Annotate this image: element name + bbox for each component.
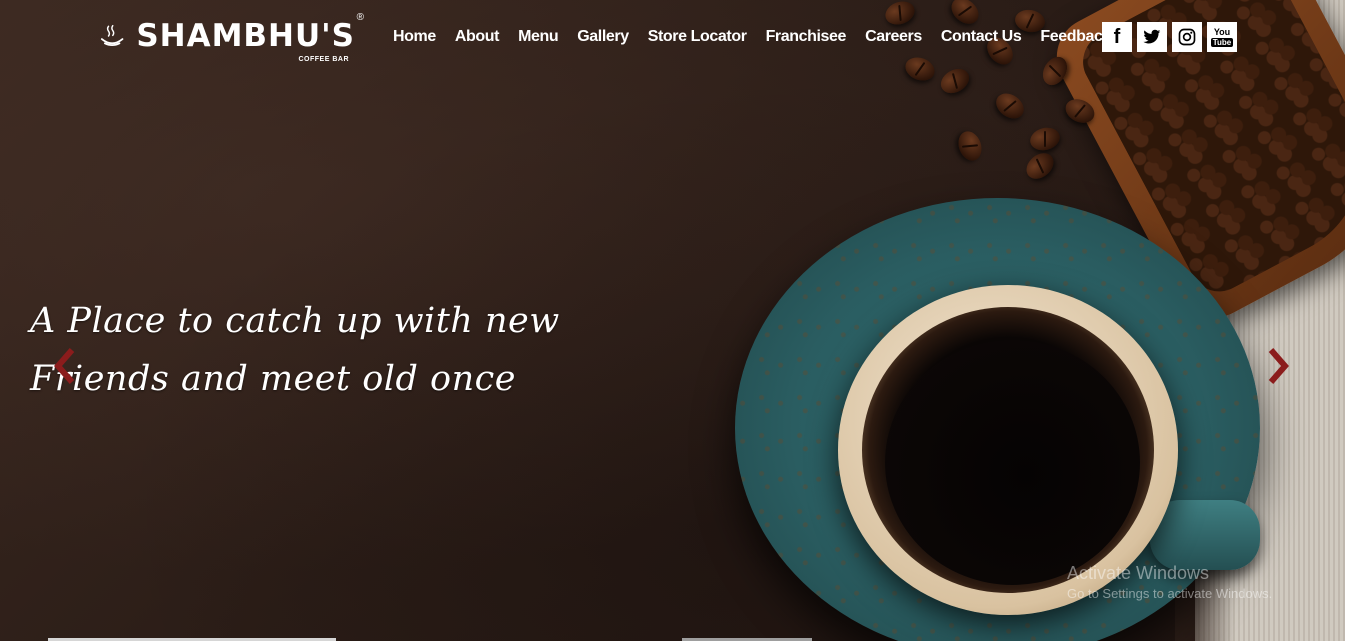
twitter-bird — [1143, 29, 1161, 44]
nav-careers[interactable]: Careers — [865, 28, 922, 46]
caption-line-2: Friends and meet old once — [30, 359, 516, 399]
nav-gallery[interactable]: Gallery — [577, 28, 629, 46]
chevron-right-icon — [1268, 348, 1289, 384]
instagram-glyph — [1178, 28, 1196, 46]
nav-contact-us[interactable]: Contact Us — [941, 28, 1022, 46]
caption-line-1: A Place to catch up with new — [30, 301, 560, 341]
brand-name: SHAMBHU'S — [136, 18, 355, 54]
coffee-liquid — [885, 340, 1140, 585]
brand-subtitle: COFFEE BAR — [298, 56, 349, 63]
nav-feedback[interactable]: Feedback — [1040, 28, 1111, 46]
coffee-bean — [954, 128, 986, 164]
registered-mark: ® — [356, 12, 364, 23]
slider-next-arrow[interactable] — [1263, 346, 1293, 386]
steaming-cup-icon — [100, 24, 124, 47]
instagram-icon[interactable] — [1172, 22, 1202, 52]
youtube-icon[interactable]: You Tube — [1207, 22, 1237, 52]
nav-home[interactable]: Home — [393, 28, 436, 46]
coffee-bean — [1027, 124, 1063, 154]
slide-caption: A Place to catch up with new Friends and… — [30, 292, 560, 408]
twitter-icon[interactable] — [1137, 22, 1167, 52]
facebook-icon[interactable]: f — [1102, 22, 1132, 52]
facebook-glyph: f — [1113, 25, 1121, 48]
cup-handle — [1150, 500, 1260, 570]
watermark-subtitle: Go to Settings to activate Windows. — [1067, 586, 1273, 601]
nav-about[interactable]: About — [455, 28, 500, 46]
social-links: f You Tube — [1102, 22, 1237, 52]
nav-store-locator[interactable]: Store Locator — [648, 28, 747, 46]
watermark-title: Activate Windows — [1067, 563, 1210, 583]
youtube-text-top: You — [1213, 26, 1231, 37]
main-nav: Home About Menu Gallery Store Locator Fr… — [393, 28, 1130, 46]
youtube-text-bottom: Tube — [1210, 37, 1234, 47]
brand-text: SHAMBHU'S ® COFFEE BAR — [136, 12, 364, 63]
chevron-left-icon — [54, 348, 75, 384]
site-header: SHAMBHU'S ® COFFEE BAR Home About Menu G… — [0, 0, 1345, 80]
windows-activation-watermark: Activate Windows Go to Settings to activ… — [1067, 563, 1272, 601]
brand-logo[interactable]: SHAMBHU'S ® COFFEE BAR — [100, 12, 364, 70]
slider-prev-arrow[interactable] — [50, 346, 80, 386]
nav-franchisee[interactable]: Franchisee — [766, 28, 847, 46]
coffee-bean — [1021, 147, 1059, 185]
nav-menu[interactable]: Menu — [518, 28, 559, 46]
coffee-bean — [991, 88, 1029, 124]
